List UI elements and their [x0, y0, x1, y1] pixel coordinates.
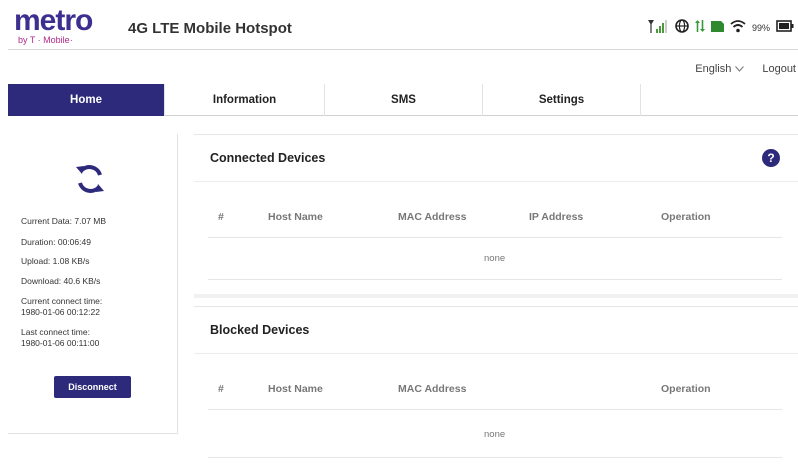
current-data: Current Data: 7.07 MB	[21, 216, 107, 226]
utility-row: English Logout	[695, 60, 798, 78]
tab-home[interactable]: Home	[8, 84, 165, 116]
col-mac-address: MAC Address	[398, 383, 467, 395]
logo-wordmark: metro	[14, 4, 93, 37]
section-divider	[194, 353, 798, 354]
connected-devices-section: Connected Devices ? # Host Name MAC Addr…	[194, 134, 798, 298]
sim-card-icon	[710, 19, 724, 37]
battery-percent: 99%	[751, 23, 770, 33]
nav-filler	[641, 84, 798, 115]
disconnect-button[interactable]: Disconnect	[54, 376, 131, 398]
last-connect-value: 1980-01-06 00:11:00	[21, 338, 100, 348]
status-bar: 99%	[647, 18, 794, 38]
data-transfer-icon	[694, 19, 705, 38]
col-operation: Operation	[661, 211, 711, 223]
section-divider	[194, 181, 798, 182]
signal-strength-icon	[647, 19, 669, 38]
download-rate: Download: 40.6 KB/s	[21, 276, 101, 286]
metro-logo: metro by T · Mobile·	[14, 4, 114, 48]
wifi-icon	[730, 19, 746, 38]
tab-information[interactable]: Information	[165, 84, 325, 116]
col-index: #	[218, 383, 224, 395]
col-operation: Operation	[661, 383, 711, 395]
col-ip-address: IP Address	[529, 211, 584, 223]
duration: Duration: 00:06:49	[21, 237, 91, 247]
header-rule	[208, 237, 782, 238]
header-rule	[208, 409, 782, 410]
col-mac-address: MAC Address	[398, 211, 467, 223]
refresh-icon[interactable]	[73, 162, 107, 196]
connected-empty-text: none	[484, 253, 506, 264]
help-icon[interactable]: ?	[762, 149, 780, 167]
chevron-down-icon	[735, 63, 745, 75]
col-host-name: Host Name	[268, 211, 323, 223]
current-connect-label: Current connect time:	[21, 296, 103, 306]
language-select[interactable]: English	[695, 63, 745, 75]
current-connect-value: 1980-01-06 00:12:22	[21, 307, 100, 317]
col-index: #	[218, 211, 224, 223]
connected-devices-title: Connected Devices	[210, 151, 326, 165]
last-connect-label: Last connect time:	[21, 327, 90, 337]
globe-icon	[675, 18, 689, 38]
language-label: English	[695, 63, 732, 75]
tab-sms[interactable]: SMS	[325, 84, 483, 116]
col-host-name: Host Name	[268, 383, 323, 395]
logo-subtext: by T · Mobile·	[18, 35, 73, 45]
main-nav: Home Information SMS Settings	[8, 84, 798, 116]
table-rule	[208, 457, 782, 458]
blocked-devices-section: Blocked Devices # Host Name MAC Address …	[194, 306, 798, 476]
logout-link[interactable]: Logout	[762, 63, 798, 75]
upload-rate: Upload: 1.08 KB/s	[21, 256, 90, 266]
blocked-devices-title: Blocked Devices	[210, 323, 310, 337]
table-rule	[208, 279, 782, 280]
tab-settings[interactable]: Settings	[483, 84, 641, 116]
app-header: metro by T · Mobile· 4G LTE Mobile Hotsp…	[8, 4, 798, 50]
connection-panel: Current Data: 7.07 MB Duration: 00:06:49…	[8, 134, 178, 434]
battery-icon	[776, 19, 794, 37]
blocked-empty-text: none	[484, 429, 506, 440]
app-title: 4G LTE Mobile Hotspot	[128, 20, 292, 37]
